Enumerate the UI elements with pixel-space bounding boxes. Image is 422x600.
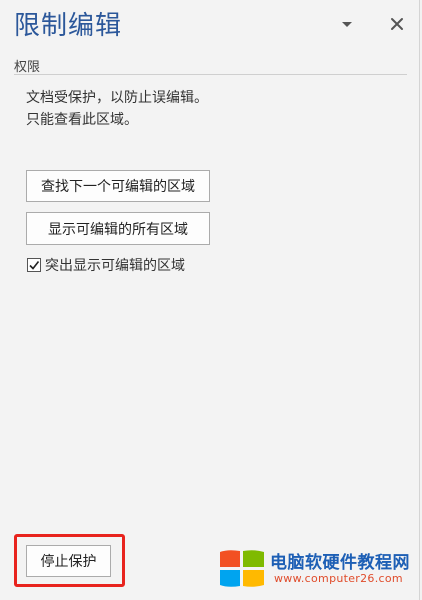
restrict-editing-pane: 限制编辑 权限 文档受保护，以防止误编辑。 只能查看此区域。 查找下一个可编辑的… xyxy=(0,0,420,600)
show-all-editable-regions-button[interactable]: 显示可编辑的所有区域 xyxy=(26,212,210,245)
pane-options-button[interactable] xyxy=(339,16,355,32)
view-only-description: 只能查看此区域。 xyxy=(26,112,138,128)
watermark-url: www.computer26.com xyxy=(274,572,403,585)
section-divider xyxy=(14,74,407,75)
site-watermark: 电脑软硬件教程网 www.computer26.com xyxy=(218,544,412,592)
pane-title: 限制编辑 xyxy=(14,11,123,41)
highlight-editable-regions-checkbox[interactable] xyxy=(27,258,41,272)
protection-description: 文档受保护，以防止误编辑。 xyxy=(26,90,208,106)
windows-logo-icon xyxy=(220,550,264,587)
close-icon xyxy=(391,18,403,30)
find-next-editable-region-button[interactable]: 查找下一个可编辑的区域 xyxy=(26,170,210,202)
checkmark-icon xyxy=(29,261,40,270)
highlight-editable-regions-checkbox-row[interactable]: 突出显示可编辑的区域 xyxy=(27,256,185,274)
section-label-permissions: 权限 xyxy=(14,60,41,75)
pane-close-button[interactable] xyxy=(388,15,406,33)
highlight-editable-regions-label: 突出显示可编辑的区域 xyxy=(45,258,185,274)
stop-protection-button[interactable]: 停止保护 xyxy=(26,545,111,577)
watermark-title: 电脑软硬件教程网 xyxy=(270,553,410,573)
chevron-down-icon xyxy=(342,22,352,27)
